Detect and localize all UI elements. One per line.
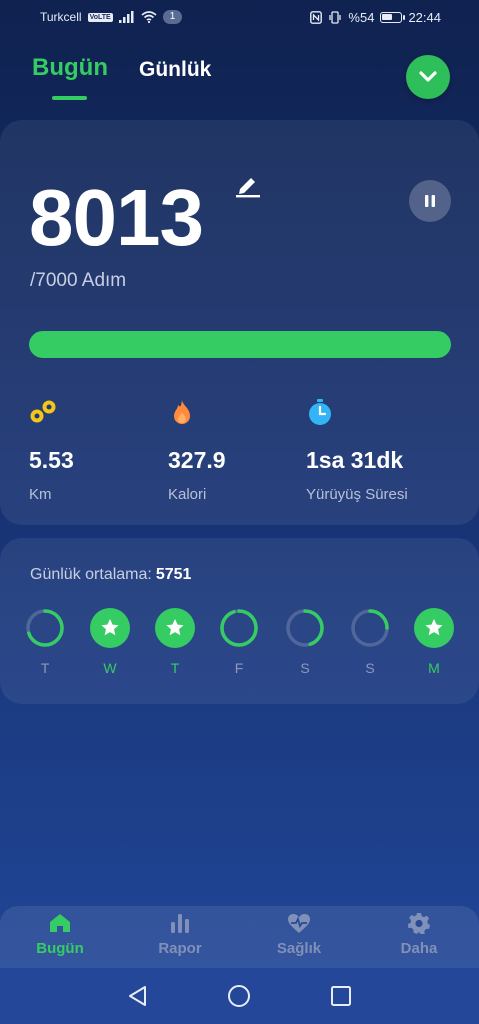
pause-icon xyxy=(425,195,435,207)
signal-icon xyxy=(118,11,134,23)
vibrate-icon xyxy=(329,11,342,24)
edit-goal-button[interactable] xyxy=(235,172,261,198)
tab-today[interactable]: Bugün xyxy=(32,54,108,82)
gear-icon xyxy=(408,913,430,934)
day-item[interactable]: F xyxy=(219,608,259,676)
nav-health-label: Sağlık xyxy=(276,940,322,957)
pencil-icon xyxy=(236,178,260,198)
back-triangle-icon xyxy=(129,986,146,1006)
distance-value: 5.53 xyxy=(29,447,74,473)
nav-more-label: Daha xyxy=(400,940,438,957)
day-label: S xyxy=(300,660,310,676)
nav-more[interactable]: Daha xyxy=(379,908,459,957)
stat-walk-time: 1sa 31dk Yürüyüş Süresi xyxy=(306,398,466,503)
day-progress-ring xyxy=(286,609,324,647)
wifi-icon xyxy=(141,11,157,23)
tab-active-indicator xyxy=(52,96,87,100)
status-left: Turkcell VoLTE 1 xyxy=(40,10,183,24)
calories-label: Kalori xyxy=(168,486,207,503)
day-item[interactable]: S xyxy=(350,608,390,676)
stopwatch-icon xyxy=(309,399,331,425)
recents-square-icon xyxy=(331,986,351,1006)
system-home-button[interactable] xyxy=(225,982,253,1010)
bar-chart-icon xyxy=(171,914,189,933)
home-circle-icon xyxy=(228,985,250,1007)
step-count: 8013 xyxy=(29,173,204,262)
day-label: T xyxy=(170,660,180,676)
day-item[interactable]: T xyxy=(25,608,65,676)
day-label: W xyxy=(103,660,117,676)
battery-icon xyxy=(380,12,406,23)
nav-report-label: Rapor xyxy=(158,940,202,957)
day-label: F xyxy=(234,660,244,676)
nav-today[interactable]: Bugün xyxy=(20,908,100,957)
nfc-icon xyxy=(310,11,323,24)
day-item[interactable]: T xyxy=(155,608,195,676)
status-right: %54 22:44 xyxy=(310,10,441,25)
chevron-down-icon xyxy=(419,71,437,82)
daily-average-value: 5751 xyxy=(155,566,192,583)
walk-time-value: 1sa 31dk xyxy=(306,447,404,473)
system-recents-button[interactable] xyxy=(327,982,355,1010)
step-progress-bar xyxy=(29,331,451,358)
nav-health[interactable]: Sağlık xyxy=(259,908,339,957)
day-progress-arc xyxy=(220,609,258,647)
notification-count: 1 xyxy=(162,10,183,24)
volte-badge: VoLTE xyxy=(87,12,113,22)
walk-time-label: Yürüyüş Süresi xyxy=(306,486,408,503)
stat-distance: 5.53 Km xyxy=(29,398,179,503)
day-star-badge xyxy=(155,608,195,648)
daily-average: Günlük ortalama: 5751 xyxy=(30,566,191,584)
stat-calories: 327.9 Kalori xyxy=(168,398,318,503)
day-label: S xyxy=(365,660,375,676)
heart-pulse-icon xyxy=(288,913,310,933)
day-progress-ring xyxy=(220,609,258,647)
day-progress-ring xyxy=(351,609,389,647)
battery-percent: %54 xyxy=(348,10,375,25)
home-icon xyxy=(50,914,70,932)
step-progress-fill xyxy=(29,331,451,358)
nav-report[interactable]: Rapor xyxy=(140,908,220,957)
step-goal: /7000 Adım xyxy=(30,270,127,291)
day-label: T xyxy=(40,660,50,676)
day-item[interactable]: S xyxy=(285,608,325,676)
footprints-icon xyxy=(30,400,56,423)
day-item[interactable]: M xyxy=(414,608,454,676)
flame-icon xyxy=(174,400,190,424)
day-star-badge xyxy=(90,608,130,648)
day-star-badge xyxy=(414,608,454,648)
nav-today-label: Bugün xyxy=(36,940,84,957)
daily-average-label: Günlük ortalama: xyxy=(30,566,152,583)
pause-button[interactable] xyxy=(409,180,451,222)
calories-value: 327.9 xyxy=(168,447,226,473)
tab-daily[interactable]: Günlük xyxy=(139,58,211,82)
carrier-name: Turkcell xyxy=(40,10,82,24)
day-item[interactable]: W xyxy=(90,608,130,676)
distance-label: Km xyxy=(29,486,52,503)
day-progress-ring xyxy=(26,609,64,647)
expand-button[interactable] xyxy=(406,55,450,99)
day-label: M xyxy=(428,660,440,676)
status-bar: Turkcell VoLTE 1 %54 22:44 xyxy=(0,0,479,36)
clock: 22:44 xyxy=(408,10,441,25)
system-back-button[interactable] xyxy=(124,982,152,1010)
